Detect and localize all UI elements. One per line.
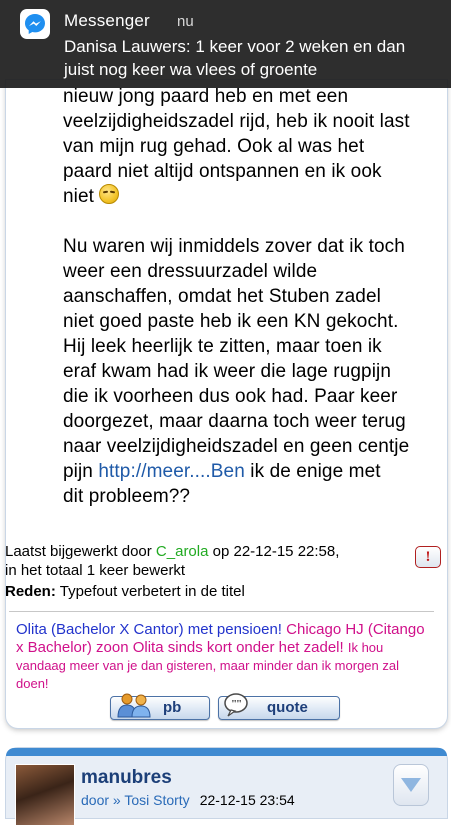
relieved-face-emoji [99, 184, 120, 204]
post-line: doorgezet, maar daarna toch weer terug [63, 411, 406, 432]
users-icon [117, 693, 151, 718]
edit-date: op 22-12-15 22:58, [212, 543, 340, 560]
post-line: veelzijdigheidszadel rijd, heb ik nooit … [63, 111, 410, 132]
edit-count: in het totaal 1 keer bewerkt [6, 562, 186, 579]
post-line: paard niet altijd ontspannen en ik ook [63, 161, 382, 182]
avatar[interactable] [15, 764, 75, 826]
post-line: niet goed paste heb ik een KN gekocht. [63, 311, 399, 332]
post-meta: door » Tosi Storty 22-12-15 23:54 [81, 792, 295, 808]
post-body: nieuw jong paard heb en met een veelzijd… [63, 84, 435, 509]
post-line: aanschaffen, omdat het Stuben zadel [63, 286, 381, 307]
post-text: niet [63, 186, 95, 207]
post-line: Hij leek heerlijk te zitten, maar toen i… [63, 336, 382, 357]
post-line: weer een dressuurzadel wilde [63, 261, 318, 282]
notification-app-name: Messenger [64, 11, 150, 30]
quote-button[interactable]: " " quote [218, 693, 340, 720]
quote-label: quote [267, 699, 308, 716]
signature: Olita (Bachelor X Cantor) met pensioen! … [16, 621, 434, 693]
signature-line-blue: Olita (Bachelor X Cantor) met pensioen! [16, 621, 282, 638]
reason-text: Typefout verbetert in de titel [59, 583, 245, 600]
post-meta-author: door » Tosi Storty [81, 792, 190, 808]
edit-info: Laatst bijgewerkt door C_arola op 22-12-… [6, 542, 415, 580]
report-post-button[interactable]: ! [415, 546, 441, 568]
svg-text:": " [236, 698, 242, 710]
edit-reason: Reden: Typefout verbetert in de titel [6, 582, 245, 601]
post-line: eraf kwam had ik weer die lage rugpijn [63, 361, 392, 382]
pm-button[interactable]: pb [110, 693, 210, 720]
messenger-app-icon [20, 9, 50, 39]
post-header-bar [6, 748, 447, 756]
post-text: pijn [63, 461, 93, 482]
forum-post: nieuw jong paard heb en met een veelzijd… [6, 80, 447, 728]
pm-label: pb [163, 699, 182, 716]
post-line: pijn http://meer....Ben ik de enige met [63, 459, 435, 484]
post-link[interactable]: http://meer....Ben [98, 461, 245, 482]
next-post: manubres door » Tosi Storty 22-12-15 23:5… [6, 748, 447, 826]
reason-label: Reden: [6, 583, 56, 600]
post-author-link[interactable]: manubres [81, 767, 172, 789]
signature-divider [9, 611, 434, 612]
post-line: die ik voorheen dus ook had. Paar keer [63, 386, 398, 407]
notification-message: Danisa Lauwers: 1 keer voor 2 weken en d… [64, 37, 406, 79]
speech-bubble-icon: " " [224, 693, 248, 717]
editor-username-link[interactable]: C_arola [156, 543, 209, 560]
post-line: naar veelzijdigheidszadel en geen centje [63, 436, 410, 457]
post-line: dit probleem?? [63, 486, 191, 507]
post-line: niet [63, 184, 435, 209]
edit-prefix: Laatst bijgewerkt door [6, 543, 152, 560]
messenger-icon [25, 14, 45, 34]
post-line: van mijn rug gehad. Ook al was het [63, 136, 365, 157]
notification-time: nu [177, 13, 194, 30]
post-text: ik de enige met [250, 461, 381, 482]
chevron-down-icon [401, 778, 421, 792]
post-line: Nu waren wij inmiddels zover dat ik toch [63, 236, 405, 257]
notification-banner[interactable]: Messenger nu Danisa Lauwers: 1 keer voor… [0, 0, 451, 88]
post-date: 22-12-15 23:54 [199, 792, 295, 808]
